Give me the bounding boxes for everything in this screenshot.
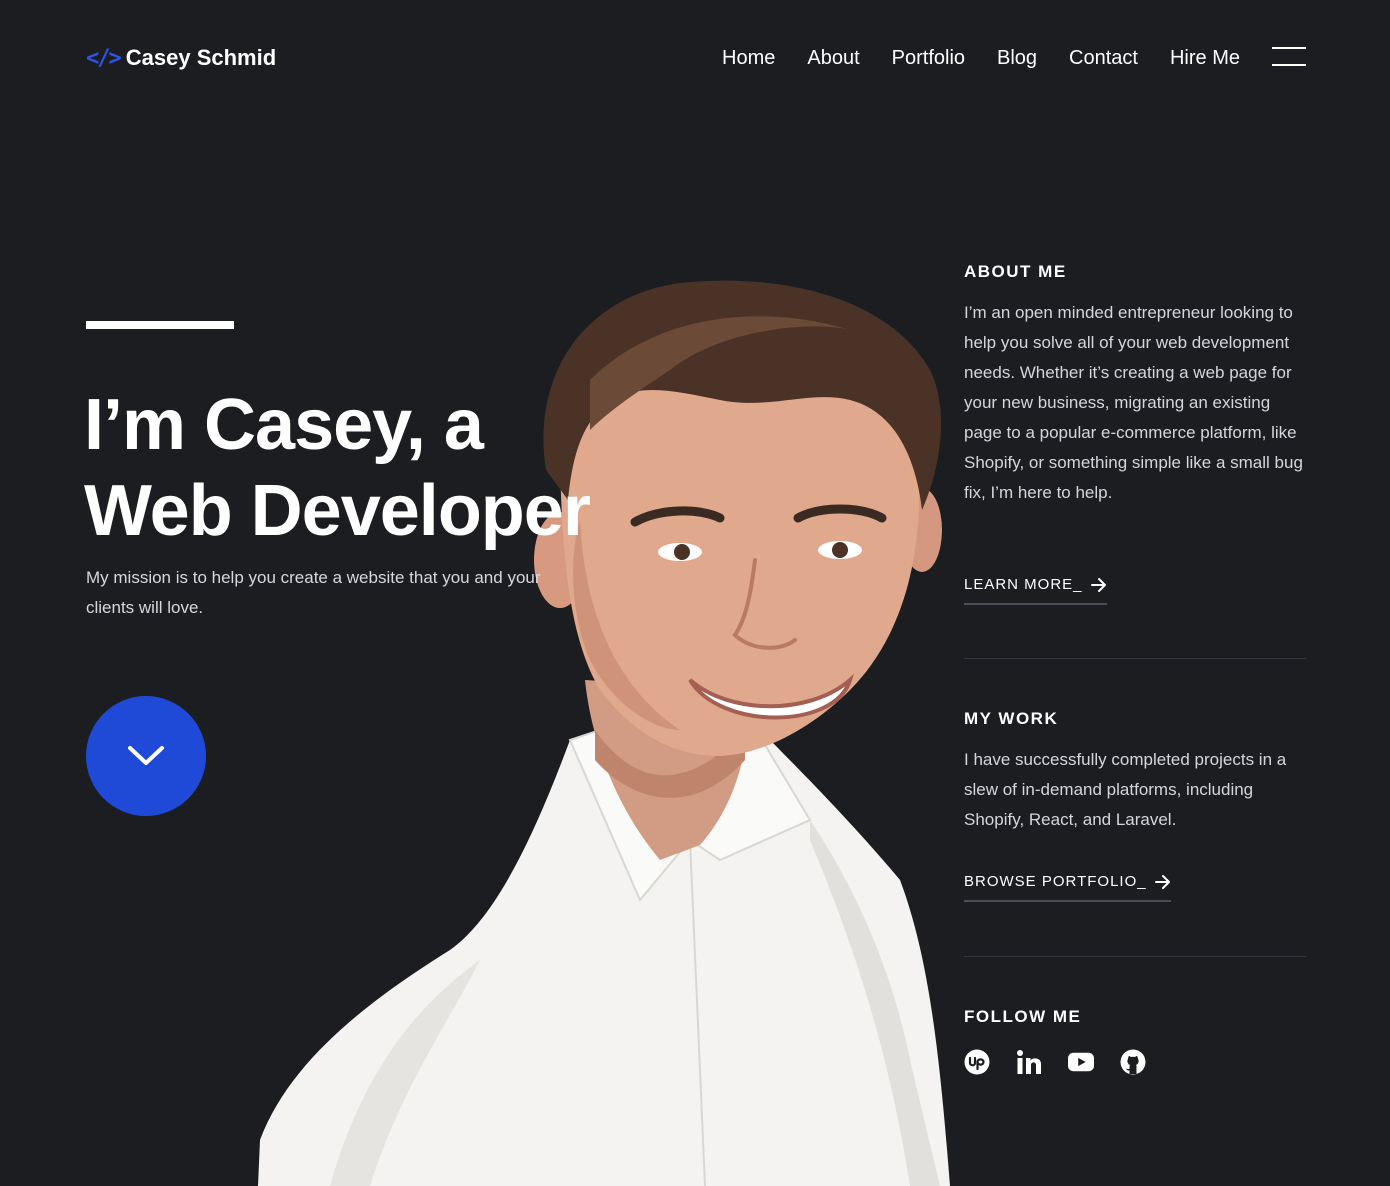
hero-title-line-2: Web Developer: [84, 471, 591, 551]
work-text: I have successfully completed projects i…: [964, 750, 1287, 829]
code-brackets-icon: </>: [86, 45, 122, 71]
learn-more-label: LEARN MORE_: [964, 576, 1083, 593]
nav-hire-me[interactable]: Hire Me: [1170, 47, 1240, 70]
arrow-right-icon: [1090, 577, 1106, 592]
linkedin-icon[interactable]: [1016, 1048, 1042, 1076]
hero-subtitle: My mission is to help you create a websi…: [86, 568, 541, 617]
hero-accent-bar: [86, 321, 234, 329]
about-text: I’m an open minded entrepreneur looking …: [964, 303, 1303, 502]
nav-about[interactable]: About: [807, 47, 859, 70]
hamburger-menu-icon[interactable]: [1272, 47, 1306, 67]
site-name: Casey Schmid: [125, 45, 277, 70]
site-logo[interactable]: </> Casey Schmid: [86, 44, 276, 72]
chevron-down-icon: [128, 746, 164, 765]
main-nav: Home About Portfolio Blog Contact Hire M…: [722, 44, 1240, 72]
youtube-icon[interactable]: [1068, 1048, 1094, 1076]
scroll-down-button[interactable]: [86, 696, 206, 816]
upwork-icon[interactable]: [964, 1048, 990, 1076]
nav-portfolio[interactable]: Portfolio: [892, 47, 965, 70]
social-links: [964, 1048, 1146, 1076]
learn-more-link[interactable]: LEARN MORE_: [964, 576, 1107, 605]
github-icon[interactable]: [1120, 1048, 1146, 1076]
nav-contact[interactable]: Contact: [1069, 47, 1138, 70]
nav-home[interactable]: Home: [722, 47, 775, 70]
browse-portfolio-label: BROWSE PORTFOLIO_: [964, 873, 1147, 890]
arrow-right-icon: [1154, 874, 1170, 889]
hero-title-line-1: I’m Casey, a: [84, 385, 484, 465]
nav-blog[interactable]: Blog: [997, 47, 1037, 70]
browse-portfolio-link[interactable]: BROWSE PORTFOLIO_: [964, 873, 1171, 902]
about-heading: ABOUT ME: [964, 262, 1067, 281]
follow-heading: FOLLOW ME: [964, 1007, 1082, 1026]
work-heading: MY WORK: [964, 709, 1059, 728]
section-divider: [964, 658, 1306, 659]
section-divider: [964, 956, 1306, 957]
hero-title: I’m Casey, a Web Developer: [84, 382, 704, 554]
